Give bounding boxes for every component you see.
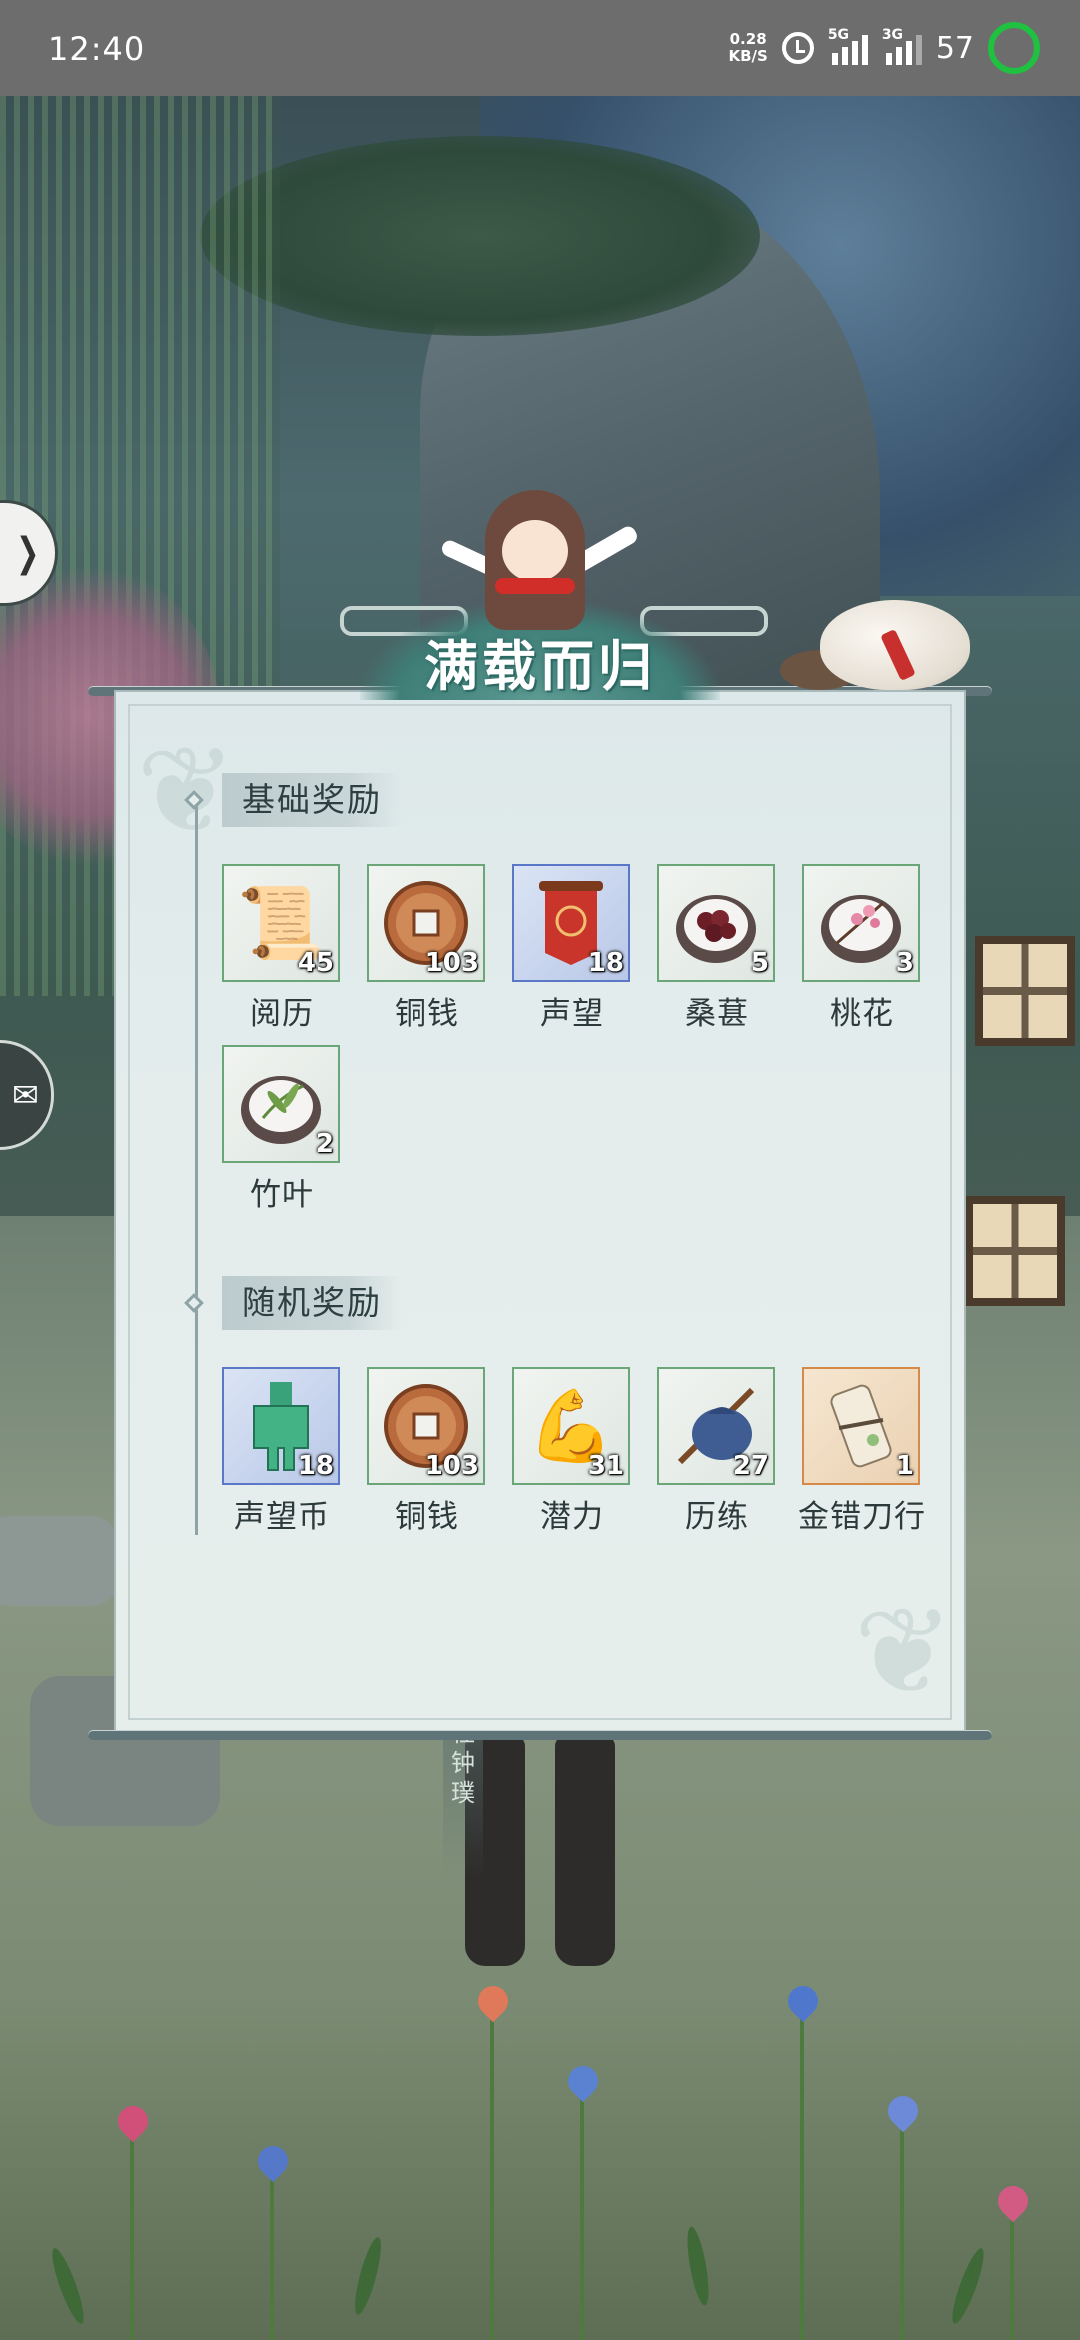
network-speed: 0.28 KB/S bbox=[728, 31, 767, 65]
reward-item[interactable]: 5 桑葚 bbox=[657, 864, 777, 1044]
paper-scroll-icon bbox=[830, 1384, 892, 1468]
item-count: 31 bbox=[587, 1451, 624, 1481]
network-speed-value: 0.28 bbox=[729, 30, 767, 48]
item-name: 金错刀行 bbox=[798, 1499, 926, 1535]
alarm-icon bbox=[781, 32, 814, 64]
bamboo-leaf-icon bbox=[241, 1076, 321, 1144]
status-time: 12:40 bbox=[48, 30, 146, 68]
item-name: 桑葚 bbox=[685, 996, 749, 1032]
item-name: 声望 bbox=[540, 996, 604, 1032]
item-name: 潜力 bbox=[540, 1499, 604, 1535]
lantern bbox=[975, 936, 1075, 1046]
npc-name-tag: 杜钟璞 bbox=[443, 1718, 483, 1878]
item-slot: 27 bbox=[657, 1367, 775, 1485]
panel-bottom-rod bbox=[88, 1730, 992, 1740]
chat-bubble-icon: ✉ bbox=[12, 1076, 39, 1114]
item-slot: 💪 31 bbox=[512, 1367, 630, 1485]
item-slot: 5 bbox=[657, 864, 775, 982]
panel-title: 满载而归 bbox=[424, 634, 656, 698]
item-count: 103 bbox=[424, 1451, 479, 1481]
pine-foliage bbox=[200, 136, 760, 336]
reward-item[interactable]: 2 竹叶 bbox=[222, 1045, 342, 1225]
item-slot: 18 bbox=[512, 864, 630, 982]
item-slot: 103 bbox=[367, 1367, 485, 1485]
item-count: 103 bbox=[424, 948, 479, 978]
chevron-right-icon: ❯ bbox=[15, 530, 40, 576]
item-slot: 3 bbox=[802, 864, 920, 982]
bamboo-decoration: ❦ bbox=[853, 1583, 954, 1722]
item-name: 铜钱 bbox=[395, 1499, 459, 1535]
timeline-line bbox=[195, 800, 198, 1535]
mulberry-icon bbox=[676, 895, 756, 963]
item-count: 45 bbox=[297, 948, 334, 978]
item-count: 2 bbox=[315, 1129, 334, 1159]
item-count: 5 bbox=[750, 948, 769, 978]
stone-table bbox=[0, 1516, 120, 1606]
reward-item[interactable]: 18 声望币 bbox=[222, 1367, 342, 1547]
item-slot: 103 bbox=[367, 864, 485, 982]
reward-item[interactable]: 💪 31 潜力 bbox=[512, 1367, 632, 1547]
reward-item[interactable]: 📜 45 阅历 bbox=[222, 864, 342, 1044]
item-slot: 1 bbox=[802, 1367, 920, 1485]
item-count: 18 bbox=[587, 948, 624, 978]
item-name: 桃花 bbox=[830, 996, 894, 1032]
section-title-random: 随机奖励 bbox=[222, 1276, 402, 1330]
item-name: 历练 bbox=[685, 1499, 749, 1535]
signal-3g-label: 3G bbox=[881, 27, 904, 43]
reward-item[interactable]: 103 铜钱 bbox=[367, 864, 487, 1044]
signal-5g-label: 5G bbox=[827, 27, 850, 43]
chibi-girl-mascot bbox=[439, 480, 640, 630]
signal-5g-icon: 5G bbox=[828, 27, 868, 65]
item-slot: 18 bbox=[222, 1367, 340, 1485]
peach-blossom-icon bbox=[821, 895, 901, 963]
item-count: 18 bbox=[297, 1451, 334, 1481]
status-bar: 12:40 0.28 KB/S 5G 3G 57 bbox=[0, 0, 1080, 96]
signal-3g-icon: 3G bbox=[882, 27, 922, 65]
reward-item[interactable]: 1 金错刀行 bbox=[798, 1367, 925, 1547]
reward-item[interactable]: 103 铜钱 bbox=[367, 1367, 487, 1547]
item-name: 竹叶 bbox=[250, 1177, 314, 1213]
section-title-basic: 基础奖励 bbox=[222, 773, 402, 827]
lantern bbox=[965, 1196, 1065, 1306]
item-count: 3 bbox=[895, 948, 914, 978]
treasure-sack-icon bbox=[780, 600, 980, 700]
battery-level: 57 bbox=[935, 30, 974, 66]
item-slot: 📜 45 bbox=[222, 864, 340, 982]
item-name: 声望币 bbox=[234, 1499, 330, 1535]
item-name: 阅历 bbox=[250, 996, 314, 1032]
reward-item[interactable]: 18 声望 bbox=[512, 864, 632, 1044]
item-count: 1 bbox=[895, 1451, 914, 1481]
battery-ring-icon bbox=[988, 22, 1040, 74]
item-name: 铜钱 bbox=[395, 996, 459, 1032]
reward-item[interactable]: 27 历练 bbox=[657, 1367, 777, 1547]
network-speed-unit: KB/S bbox=[728, 47, 768, 65]
item-slot: 2 bbox=[222, 1045, 340, 1163]
item-count: 27 bbox=[732, 1451, 769, 1481]
reward-item[interactable]: 3 桃花 bbox=[802, 864, 922, 1044]
